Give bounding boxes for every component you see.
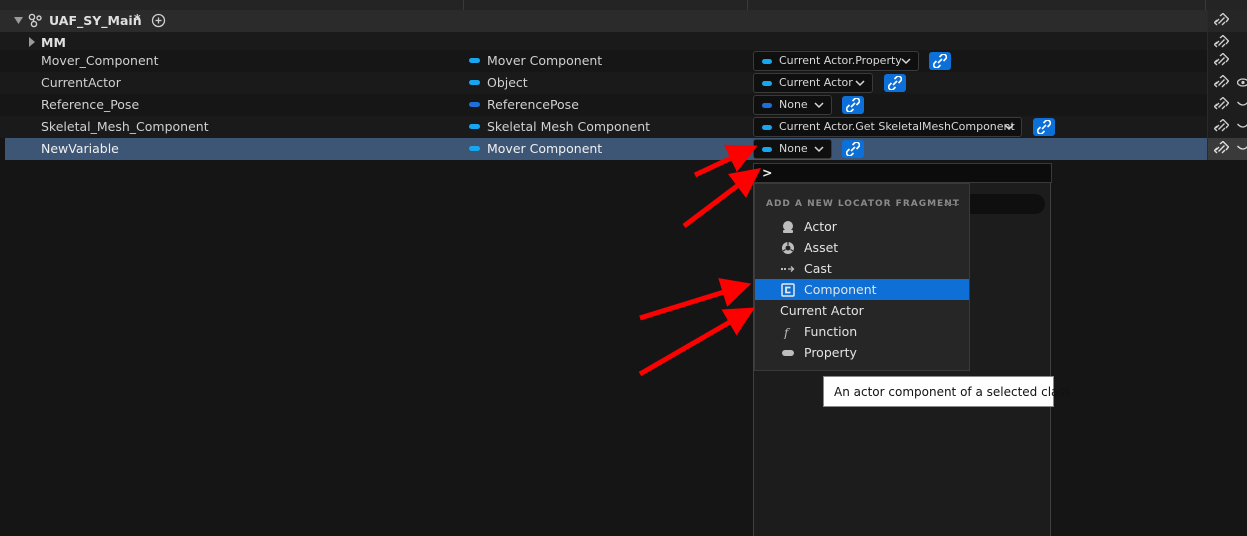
annotation-arrow	[638, 307, 755, 377]
annotation-arrow	[639, 278, 752, 321]
annotation-arrow	[693, 144, 758, 178]
annotation-arrows	[638, 144, 761, 377]
annotation-arrow	[682, 167, 761, 228]
